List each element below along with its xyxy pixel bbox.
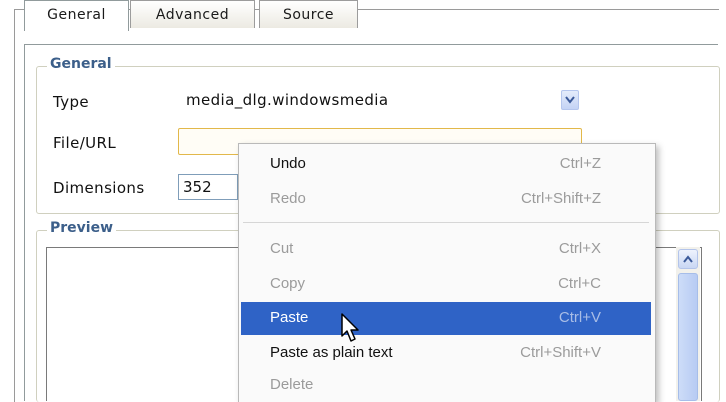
- menu-item-paste-plain-text[interactable]: Paste as plain text Ctrl+Shift+V: [241, 337, 651, 370]
- menu-item-label: Paste: [270, 309, 309, 326]
- menu-item-shortcut: Ctrl+V: [558, 309, 601, 326]
- menu-item-delete: Delete: [241, 369, 651, 402]
- file-url-label: File/URL: [53, 134, 117, 152]
- type-select[interactable]: media_dlg.windowsmedia: [179, 88, 581, 113]
- general-group-title: General: [47, 56, 115, 72]
- type-select-value: media_dlg.windowsmedia: [186, 91, 389, 109]
- mouse-pointer-icon: [341, 313, 359, 342]
- menu-item-shortcut: Ctrl+X: [558, 240, 601, 257]
- scroll-thumb[interactable]: [678, 273, 698, 401]
- menu-item-shortcut: Ctrl+Shift+V: [520, 344, 601, 361]
- menu-separator: [243, 222, 649, 223]
- tab-divider: [24, 44, 718, 45]
- dimensions-width-input[interactable]: [178, 174, 238, 200]
- menu-item-label: Cut: [270, 240, 294, 257]
- context-menu: Undo Ctrl+Z Redo Ctrl+Shift+Z Cut Ctrl+X…: [238, 143, 656, 402]
- preview-group-title: Preview: [47, 220, 117, 236]
- menu-item-label: Undo: [270, 155, 306, 172]
- menu-item-label: Paste as plain text: [270, 344, 393, 361]
- tab-advanced[interactable]: Advanced: [130, 0, 255, 28]
- menu-item-undo[interactable]: Undo Ctrl+Z: [241, 148, 651, 181]
- menu-item-label: Copy: [270, 275, 306, 292]
- menu-item-cut: Cut Ctrl+X: [241, 233, 651, 266]
- menu-item-paste[interactable]: Paste Ctrl+V: [241, 302, 651, 335]
- preview-scrollbar[interactable]: [676, 247, 700, 401]
- menu-item-shortcut: Ctrl+Shift+Z: [520, 190, 601, 207]
- dimensions-label: Dimensions: [53, 179, 145, 197]
- scroll-up-icon[interactable]: [678, 249, 698, 269]
- menu-item-shortcut: Ctrl+Z: [559, 155, 601, 172]
- menu-item-label: Delete: [270, 376, 314, 393]
- menu-item-label: Redo: [270, 190, 306, 207]
- tab-general[interactable]: General: [24, 0, 129, 31]
- menu-item-shortcut: Ctrl+C: [558, 275, 601, 292]
- menu-item-redo: Redo Ctrl+Shift+Z: [241, 183, 651, 216]
- tab-source[interactable]: Source: [259, 0, 358, 28]
- menu-item-copy: Copy Ctrl+C: [241, 268, 651, 301]
- chevron-down-icon[interactable]: [561, 90, 579, 110]
- type-label: Type: [53, 93, 90, 111]
